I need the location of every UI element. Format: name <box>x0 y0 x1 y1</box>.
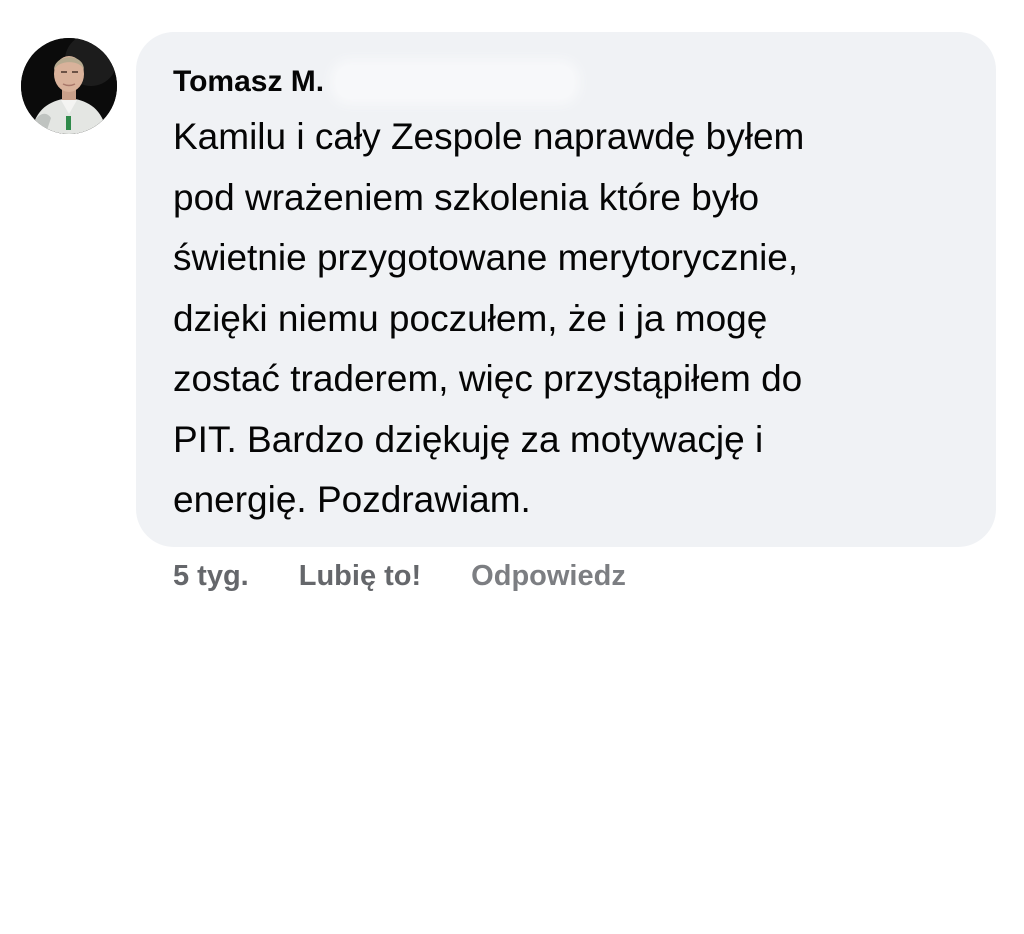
comment-text-line: zostać traderem, więc przystąpiłem do <box>173 358 803 399</box>
comment-text-line: świetnie przygotowane merytorycznie, <box>173 237 799 278</box>
comment-text-line: pod wrażeniem szkolenia które było <box>173 176 760 218</box>
comment-text-line: dzięki niemu poczułem, że i ja mogę <box>173 297 768 339</box>
reply-button[interactable]: Odpowiedz <box>471 560 626 593</box>
author-avatar[interactable] <box>21 38 117 134</box>
comment-text-line: Kamilu i cały Zespole naprawdę byłem <box>173 116 805 157</box>
redacted-surname <box>336 65 575 99</box>
comment-actions: 5 tyg. Lubię to! Odpowiedz <box>173 556 626 596</box>
comment-text-line: PIT. Bardzo dziękuję za motywację i <box>173 418 764 460</box>
like-button[interactable]: Lubię to! <box>299 560 421 593</box>
comment-text-line: energię. Pozdrawiam. <box>173 479 531 520</box>
comment-timestamp[interactable]: 5 tyg. <box>173 560 249 593</box>
author-row: Tomasz M. <box>173 62 575 102</box>
user-avatar-photo-icon <box>21 38 117 134</box>
comment-text: Kamilu i cały Zespole naprawdę byłem pod… <box>173 107 973 531</box>
comment: Tomasz M. Kamilu i cały Zespole naprawdę… <box>0 0 1024 934</box>
author-name[interactable]: Tomasz M. <box>173 62 324 102</box>
